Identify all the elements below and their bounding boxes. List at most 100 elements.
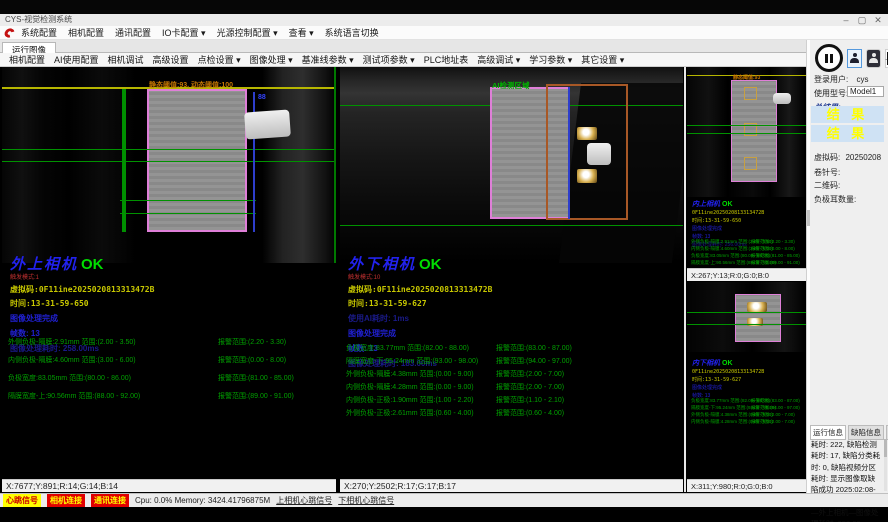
virtual-code-line: 虚拟码: 20250208	[814, 152, 881, 163]
toolbar-item[interactable]: PLC地址表	[424, 53, 469, 66]
measure-line-2	[340, 225, 683, 226]
menu-item[interactable]: 系统语言切换	[325, 26, 379, 39]
toolbar-item[interactable]: 点检设置 ▾	[198, 53, 241, 66]
ai-region-label: AI检测区域	[492, 80, 530, 91]
alarm-range: 报警范围:(2.00 - 7.00)	[496, 369, 564, 379]
toolbar-item[interactable]: 学习参数 ▾	[529, 53, 572, 66]
cpu-memory-text: Cpu: 0.0% Memory: 3424.41796875M	[135, 496, 270, 505]
maximize-button[interactable]: ▢	[854, 14, 870, 26]
toolbar-item[interactable]: 测试项参数 ▾	[363, 53, 415, 66]
menu-item[interactable]: 光源控制配置 ▾	[217, 26, 278, 39]
process-done-line: 图像处理完成	[10, 313, 154, 324]
minimize-button[interactable]: –	[838, 14, 854, 26]
toolbar-item[interactable]: 基准线参数 ▾	[302, 53, 354, 66]
user-icon	[869, 53, 878, 63]
measurement-row: 隔膜宽度-上:90.56mm 范围:(88.00 - 92.00) 报警范围:(…	[691, 260, 806, 267]
upper-camera-heartbeat-link[interactable]: 上相机心跳信号	[276, 495, 332, 506]
user-icon	[850, 53, 859, 63]
time-line: 时间:13-31-59-627	[348, 298, 492, 309]
alarm-range: 报警范围:(2.00 - 7.00)	[496, 382, 564, 392]
info-tabs: 运行信息 缺陷信息 调试信息	[810, 425, 888, 440]
pixel-status-bar: X:7677;Y:891;R:14;G:14;B:14	[2, 479, 336, 492]
titlebar: CYS-视觉检测系统	[0, 14, 888, 26]
menu-item[interactable]: 通讯配置	[115, 26, 151, 39]
camera-image-inner-upper[interactable]: 静态阈值:93	[687, 67, 806, 197]
tab-run-info[interactable]: 运行信息	[810, 425, 846, 440]
tab-defect-info[interactable]: 缺陷信息	[848, 425, 884, 440]
toolbar-item[interactable]: AI使用配置	[54, 53, 99, 66]
screen-top-strip	[0, 0, 888, 14]
model-select[interactable]: Model1	[847, 86, 884, 97]
toolbar: 相机配置 AI使用配置相机调试高级设置点检设置 ▾ 图像处理 ▾ 基准线参数 ▾ 测试项…	[0, 53, 806, 67]
pause-button[interactable]	[815, 44, 843, 72]
ai-elapsed-line: 使用AI耗时: 1ms	[348, 313, 492, 324]
comm-connection-badge: 通讯连接	[91, 494, 129, 507]
alarm-range: 报警范围:(2.20 - 3.30)	[751, 239, 795, 245]
alarm-range: 报警范围:(94.00 - 97.00)	[751, 405, 800, 411]
alarm-range: 报警范围:(1.10 - 2.10)	[496, 395, 564, 405]
user-button-active[interactable]	[847, 49, 862, 68]
measure-line-2	[687, 324, 806, 325]
toolbar-item[interactable]: 其它设置 ▾	[581, 53, 624, 66]
exit-arrow-icon: →	[884, 54, 888, 63]
measurement-row: 隔膜宽度-上:90.56mm 范围:(88.00 - 92.00) 报警范围:(…	[8, 391, 334, 409]
pixel-status-bar: X:267;Y:13;R:0;G:0;B:0	[687, 268, 806, 281]
measurement-value: 外侧负极-正极:2.61mm 范围:(0.60 - 4.00)	[346, 410, 474, 417]
measurement-row: 隔膜宽度-下:95.24mm 范围:(93.00 - 98.00) 报警范围:(…	[691, 405, 806, 412]
tape-tab-region	[773, 93, 791, 104]
status-bar: 心跳信号 相机连接 通讯连接 Cpu: 0.0% Memory: 3424.41…	[0, 493, 888, 507]
panel-toolbar: →	[815, 44, 888, 72]
camera-image-outer-upper[interactable]: 静态阈值:93, 动态阈值:100 88	[2, 67, 336, 263]
measure-line-3	[120, 200, 256, 201]
camera-view-inner-upper: 静态阈值:93 内上相机OK 0F11ine2025020813313472B …	[687, 67, 806, 281]
measurement-row: 内侧负极-隔膜:4.60mm 范围:(3.00 - 6.00) 报警范围:(0.…	[8, 355, 334, 373]
menu-item[interactable]: IO卡配置 ▾	[162, 26, 206, 39]
camera-view-outer-lower: AI检测区域 外下相机OK 触发模式:10 虚拟码:0F11ine2025020…	[340, 67, 683, 492]
pause-icon	[825, 54, 828, 63]
toolbar-item[interactable]: 高级设置	[153, 53, 189, 66]
camera-image-inner-lower[interactable]	[687, 282, 806, 352]
time-line: 时间:13-31-59-627	[692, 376, 764, 383]
process-done-line: 图像处理完成	[348, 328, 492, 339]
window-controls: – ▢ ✕	[838, 14, 886, 26]
virtual-code-label: 虚拟码:	[814, 153, 840, 162]
camera-image-outer-lower[interactable]: AI检测区域	[340, 67, 683, 263]
view-edge-green-line	[334, 67, 336, 263]
toolbar-item[interactable]: 相机调试	[108, 53, 144, 66]
result-ok: OK	[722, 201, 733, 208]
toolbar-item[interactable]: 图像处理 ▾	[250, 53, 293, 66]
measurement-row: 负极宽度:83.77mm 范围:(82.00 - 88.00) 报警范围:(83…	[691, 398, 806, 405]
measurement-rows: 外侧负极-隔膜:2.91mm 范围:(2.00 - 3.50) 报警范围:(2.…	[691, 239, 806, 267]
alarm-range: 报警范围:(83.00 - 87.00)	[496, 343, 572, 353]
model-label: 使用型号:	[814, 88, 848, 99]
pixel-status-bar: X:270;Y:2502;R:17;G:17;B:17	[340, 479, 683, 492]
login-user-value: cys	[856, 75, 868, 84]
lower-camera-heartbeat-link[interactable]: 下相机心跳信号	[338, 495, 394, 506]
menu-items: 系统配置相机配置通讯配置 IO卡配置 ▾ 光源控制配置 ▾ 查看 ▾ 系统语言切换	[21, 26, 379, 39]
menu-item[interactable]: 系统配置	[21, 26, 57, 39]
pixel-status-bar: X:311;Y:980;R:0;G:0;B:0	[687, 479, 806, 492]
toolbar-item[interactable]: 高级调试 ▾	[477, 53, 520, 66]
alarm-range: 报警范围:(2.00 - 7.00)	[751, 412, 795, 418]
tab-box-1	[744, 87, 757, 100]
time-line: 时间:13-31-59-650	[10, 298, 154, 309]
alarm-range: 报警范围:(0.00 - 8.00)	[751, 246, 795, 252]
log-scrollbar-thumb[interactable]	[884, 439, 887, 457]
blue-reference-line	[568, 87, 570, 219]
measure-line-2	[2, 161, 336, 162]
result-ok: OK	[81, 256, 104, 273]
measurement-rows: 外侧负极-隔膜:2.91mm 范围:(2.00 - 3.50) 报警范围:(2.…	[8, 337, 334, 409]
close-button[interactable]: ✕	[870, 14, 886, 26]
run-log-text: 耗时: 222, 缺陷检测耗时: 17, 缺陷分类耗时: 0, 缺陷视频分区耗时…	[811, 439, 881, 522]
measurement-value: 外侧负极-隔膜:4.38mm 范围:(0.00 - 9.00)	[346, 371, 474, 378]
menu-item[interactable]: 相机配置	[68, 26, 104, 39]
toolbar-item[interactable]: 相机配置	[9, 53, 45, 66]
panel-scrollbar-thumb[interactable]	[807, 210, 810, 226]
camera-name: 内上相机	[692, 201, 720, 208]
needle-number-label: 卷针号:	[814, 167, 840, 178]
user-button-dark[interactable]	[866, 49, 881, 68]
alarm-range: 报警范围:(89.00 - 91.00)	[751, 260, 800, 266]
process-done-line: 图像处理完成	[692, 384, 764, 391]
camera-view-inner-lower: 内下相机OK 0F11ine2025020813313472B 时间:13-31…	[687, 282, 806, 492]
menu-item[interactable]: 查看 ▾	[289, 26, 314, 39]
